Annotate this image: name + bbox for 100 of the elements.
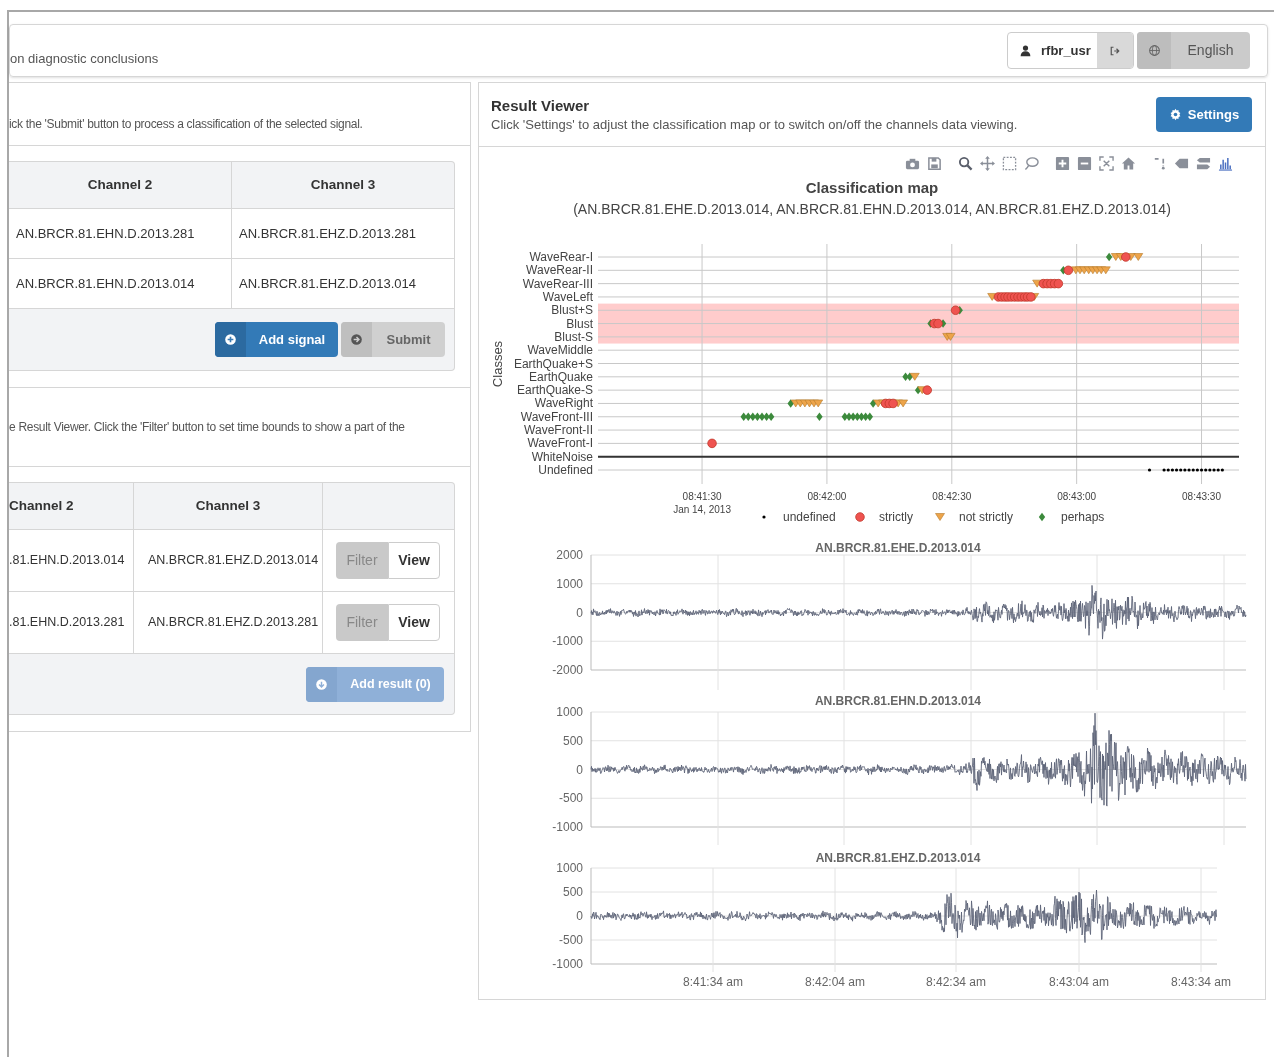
settings-button[interactable]: Settings [1156, 97, 1252, 132]
tick-label: -1000 [552, 957, 583, 971]
data-point [1101, 266, 1111, 275]
tick-label: -1000 [552, 820, 583, 834]
table-cell: AN.BRCR.81.EHZ.D.2013.281 [134, 592, 323, 653]
tick-label: 2000 [556, 548, 583, 562]
axis-label: Blust [566, 316, 593, 331]
zoom-in-icon[interactable] [1055, 155, 1070, 171]
tick-label: 8:42:04 am [805, 975, 865, 989]
data-point [816, 412, 823, 421]
data-point [888, 398, 898, 409]
arrow-circle-icon [350, 333, 363, 346]
add-signal-button[interactable]: Add signal [215, 322, 338, 357]
arrow-down-circle-icon [315, 677, 328, 691]
column-header: Channel 2 [9, 483, 134, 529]
data-point [873, 399, 883, 408]
data-point [922, 385, 932, 395]
tick-label: 8:43:34 am [1171, 975, 1231, 989]
tick-label: 08:43:30 [1182, 491, 1221, 502]
hint-text: e Result Viewer. Click the 'Filter' button to set time bounds to show a part of the [9, 419, 405, 435]
tick-label: 8:43:04 am [1049, 975, 1109, 989]
chart-subtitle: (AN.BRCR.81.EHE.D.2013.014, AN.BRCR.81.EHN.D.2013.014, AN.BRCR.81.EHZ.D.2013.014) [573, 199, 1171, 219]
tick-label: 8:41:34 am [683, 975, 743, 989]
magnifier-icon[interactable] [958, 155, 973, 171]
column-header: Channel 2 [9, 162, 232, 208]
table-cell-text: AN.BRCR.81.EHZ.D.2013.014 [238, 274, 418, 293]
tick-label: 0 [576, 909, 583, 923]
column-header: Channel 3 [134, 483, 323, 529]
view-button[interactable]: View [388, 542, 440, 579]
axis-label: WaveFront-III [520, 409, 593, 424]
axis-label: Blust-S [554, 329, 593, 344]
language-label: English [1186, 41, 1235, 60]
view-button[interactable]: View [388, 604, 440, 641]
axis-label: WaveRear-II [526, 263, 593, 278]
globe-icon [1147, 44, 1161, 57]
language-button[interactable]: English [1137, 32, 1250, 69]
data-point [933, 318, 943, 329]
table-cell: AN.BRCR.81.EHN.D.2013.281 [9, 209, 232, 258]
data-point [1121, 252, 1131, 262]
axis-label: EarthQuake+S [513, 356, 593, 371]
tick-label: 500 [562, 885, 583, 899]
lasso-icon[interactable] [1024, 155, 1039, 171]
user-icon [1019, 44, 1032, 57]
plus-circle-icon [224, 333, 237, 346]
settings-icon [1168, 108, 1182, 121]
axis-label: WaveRear-III [522, 276, 593, 291]
axis-title: Classes [490, 340, 505, 388]
tick-label: -500 [558, 933, 583, 947]
move-arrows-icon[interactable] [980, 155, 995, 171]
axis-label: Blust+S [551, 303, 593, 318]
tick-label: -2000 [552, 663, 583, 677]
logout-icon[interactable] [1109, 44, 1121, 57]
plot-title: AN.BRCR.81.EHZ.D.2013.014 [815, 851, 981, 865]
stacked-bars-icon[interactable] [1196, 155, 1211, 171]
axis-label: WhiteNoise [531, 449, 593, 464]
axis-label: WaveFront-II [524, 423, 593, 438]
tick-label: 0 [576, 605, 583, 620]
tick-label: 08:42:00 [807, 491, 847, 502]
table-cell-text: AN.BRCR.81.EHZ.D.2013.281 [238, 224, 418, 243]
panel-title: Result Viewer [491, 95, 591, 116]
autoscale-icon[interactable] [1099, 155, 1114, 171]
legend-label: undefined [783, 510, 836, 524]
tick-label: -1000 [552, 634, 583, 649]
data-point [1147, 468, 1152, 472]
table-cell: .81.EHN.D.2013.014 [9, 530, 134, 591]
chart-title: Classification map [805, 177, 939, 198]
plot-title: AN.BRCR.81.EHE.D.2013.014 [815, 541, 981, 555]
axis-label: WaveMiddle [527, 343, 593, 358]
tick-label: -500 [558, 791, 583, 806]
spike-lines-icon[interactable] [1152, 155, 1167, 171]
user-button[interactable]: rfbr_usr [1007, 32, 1134, 69]
table-cell: AN.BRCR.81.EHZ.D.2013.014 [134, 530, 323, 591]
home-icon[interactable] [1121, 155, 1136, 171]
data-point [1032, 279, 1042, 288]
data-point [813, 399, 823, 408]
axis-label: WaveRight [534, 396, 593, 411]
table-cell: .81.EHN.D.2013.281 [9, 592, 134, 653]
tick-label: 08:41:30 [682, 491, 722, 502]
legend-label: perhaps [1061, 510, 1105, 524]
data-point [1053, 278, 1064, 289]
hint-text: ick the 'Submit' button to process a classification of the selected signal. [9, 116, 363, 133]
column-header: Channel 3 [309, 175, 377, 194]
submit-button[interactable]: Submit [341, 322, 445, 357]
legend-label: not strictly [959, 510, 1013, 524]
breadcrumb-text: on diagnostic conclusions [10, 49, 159, 68]
tick-label: 8:42:34 am [926, 975, 986, 989]
axis-label: EarthQuake-S [516, 383, 593, 398]
tick-label: 08:43:00 [1057, 491, 1097, 502]
dashed-square-icon[interactable] [1002, 155, 1017, 171]
username-text: rfbr_usr [1041, 41, 1091, 60]
tick-label: 1000 [556, 861, 583, 875]
zoom-out-icon[interactable] [1077, 155, 1092, 171]
table-cell: AN.BRCR.81.EHN.D.2013.014 [9, 259, 232, 308]
panel-subtitle: Click 'Settings' to adjust the classification map or to switch on/off the channels data viewing. [491, 115, 1018, 134]
axis-label: Undefined [538, 463, 593, 477]
bar-chart-icon[interactable] [1218, 155, 1233, 171]
legend-label: strictly [879, 510, 913, 524]
axis-label: WaveLeft [542, 289, 593, 304]
axis-label: WaveFront-I [527, 436, 593, 451]
data-point [707, 438, 717, 449]
